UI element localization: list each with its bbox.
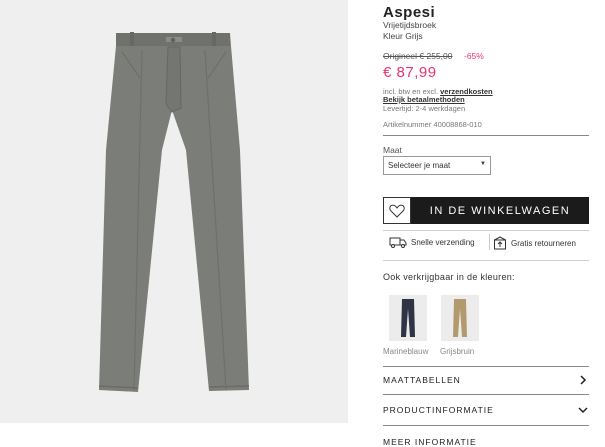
brand-name[interactable]: Aspesi	[383, 4, 435, 21]
variant-label[interactable]: Grijsbruin	[440, 347, 474, 356]
payment-methods-link[interactable]: Bekijk betaalmethoden	[383, 95, 465, 104]
chevron-down-icon	[578, 407, 588, 414]
accordion-size-tables[interactable]: MAATTABELLEN	[383, 375, 589, 385]
navy-trousers-thumbnail	[401, 299, 415, 337]
variant-marineblauw[interactable]	[389, 295, 427, 341]
payment-methods-wrap: Bekijk betaalmethoden	[383, 95, 465, 104]
khaki-trousers-thumbnail	[453, 299, 467, 337]
usp-divider	[489, 234, 490, 250]
accordion-more-info-label: MEER INFORMATIE	[383, 437, 477, 447]
wishlist-button[interactable]	[383, 197, 411, 224]
accordion-product-info-label: PRODUCTINFORMATIE	[383, 405, 494, 415]
accordion-product-info[interactable]: PRODUCTINFORMATIE	[383, 405, 589, 415]
divider	[383, 260, 589, 261]
product-image[interactable]	[0, 0, 348, 423]
divider	[383, 135, 589, 136]
accordion-size-tables-label: MAATTABELLEN	[383, 375, 461, 385]
accordion-more-info[interactable]: MEER INFORMATIE	[383, 437, 589, 447]
usp-returns: Gratis retourneren	[493, 236, 576, 250]
chevron-right-icon	[580, 375, 587, 385]
usp-shipping-label: Snelle verzending	[411, 237, 475, 247]
truck-icon	[389, 237, 407, 248]
variants-heading: Ook verkrijgbaar in de kleuren:	[383, 272, 515, 282]
product-color: Kleur Grijs	[383, 31, 423, 41]
caret-down-icon: ▼	[480, 161, 486, 167]
variant-label[interactable]: Marineblauw	[383, 347, 428, 356]
size-select[interactable]: Selecteer je maat ▼	[383, 156, 491, 175]
usp-shipping: Snelle verzending	[389, 236, 475, 248]
discount-badge: -65%	[464, 51, 484, 61]
usp-returns-label: Gratis retourneren	[511, 238, 576, 248]
delivery-time: Levertijd: 2-4 werkdagen	[383, 104, 466, 113]
trousers-image	[98, 32, 250, 392]
original-price: Origineel € 255,00	[383, 51, 453, 61]
divider	[383, 425, 589, 426]
size-label: Maat	[383, 145, 402, 155]
variant-grijsbruin[interactable]	[441, 295, 479, 341]
return-box-icon	[494, 236, 506, 250]
add-to-cart-button[interactable]: IN DE WINKELWAGEN	[411, 197, 589, 224]
divider	[383, 230, 589, 231]
divider	[383, 366, 589, 367]
size-select-value: Selecteer je maat	[388, 161, 451, 170]
divider	[383, 394, 589, 395]
heart-icon	[389, 204, 405, 218]
article-number: Artikelnummer 40008868-010	[383, 120, 482, 129]
product-subtitle: Vrijetijdsbroek	[383, 20, 437, 30]
sale-price: € 87,99	[383, 64, 437, 81]
